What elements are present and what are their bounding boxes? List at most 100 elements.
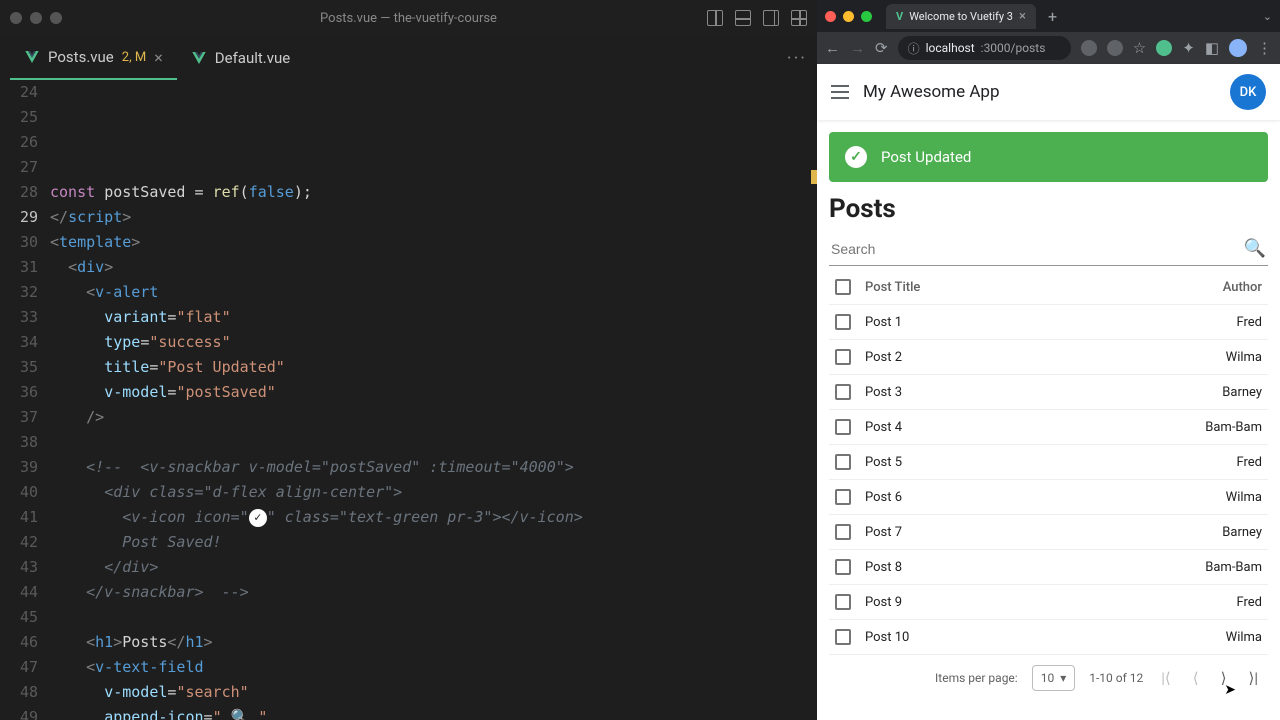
cell-title: Post 5 bbox=[865, 455, 1182, 470]
cell-title: Post 6 bbox=[865, 490, 1182, 505]
cell-author: Fred bbox=[1182, 595, 1262, 610]
row-checkbox[interactable] bbox=[835, 454, 865, 470]
search-field[interactable]: 🔍 bbox=[829, 232, 1268, 266]
cell-title: Post 7 bbox=[865, 525, 1182, 540]
minimap-warning-marker bbox=[811, 170, 817, 184]
table-row[interactable]: Post 9Fred bbox=[829, 585, 1268, 620]
sidepanel-icon[interactable]: ◧ bbox=[1205, 39, 1219, 57]
table-row[interactable]: Post 5Fred bbox=[829, 445, 1268, 480]
table-row[interactable]: Post 4Bam-Bam bbox=[829, 410, 1268, 445]
table-row[interactable]: Post 2Wilma bbox=[829, 340, 1268, 375]
last-page-button[interactable]: ⟩| bbox=[1244, 669, 1262, 687]
extension-icon[interactable] bbox=[1081, 40, 1097, 56]
browser-menu-icon[interactable]: ⋮ bbox=[1257, 39, 1272, 57]
table-row[interactable]: Post 8Bam-Bam bbox=[829, 550, 1268, 585]
tab-list-chevron-icon[interactable]: ⌄ bbox=[1263, 10, 1272, 23]
tab-overflow-icon[interactable]: ··· bbox=[787, 48, 807, 69]
extension-icons: ☆ ✦ ◧ ⋮ bbox=[1081, 39, 1272, 57]
cell-title: Post 10 bbox=[865, 630, 1182, 645]
vue-file-icon bbox=[191, 50, 207, 66]
cell-author: Bam-Bam bbox=[1182, 560, 1262, 575]
browser-window-controls[interactable] bbox=[825, 11, 872, 22]
cell-author: Wilma bbox=[1182, 630, 1262, 645]
file-tab-posts[interactable]: Posts.vue 2, M × bbox=[10, 36, 177, 80]
close-window-icon[interactable] bbox=[825, 11, 836, 22]
code-editor: Posts.vue — the-vuetify-course Posts.vue… bbox=[0, 0, 817, 720]
extensions-menu-icon[interactable]: ✦ bbox=[1182, 39, 1195, 57]
table-row[interactable]: Post 6Wilma bbox=[829, 480, 1268, 515]
prev-page-button[interactable]: ⟨ bbox=[1189, 669, 1203, 687]
site-info-icon[interactable]: ⓘ bbox=[908, 40, 920, 57]
posts-table: Post Title Author Post 1FredPost 2WilmaP… bbox=[829, 270, 1268, 701]
split-bottom-icon[interactable] bbox=[735, 10, 751, 26]
new-tab-button[interactable]: + bbox=[1042, 7, 1063, 26]
maximize-window-icon[interactable] bbox=[861, 11, 872, 22]
cell-author: Barney bbox=[1182, 525, 1262, 540]
browser-tab-strip: V Welcome to Vuetify 3 × + ⌄ bbox=[817, 0, 1280, 32]
browser-tab[interactable]: V Welcome to Vuetify 3 × bbox=[886, 4, 1036, 29]
cell-title: Post 1 bbox=[865, 315, 1182, 330]
extension-icon[interactable] bbox=[1107, 40, 1123, 56]
row-checkbox[interactable] bbox=[835, 524, 865, 540]
line-number-gutter: 2425262728293031323334353637383940414243… bbox=[0, 80, 50, 720]
layout-controls bbox=[707, 10, 807, 26]
address-bar[interactable]: ⓘ localhost :3000/posts bbox=[898, 36, 1071, 60]
row-checkbox[interactable] bbox=[835, 349, 865, 365]
user-avatar[interactable]: DK bbox=[1230, 74, 1266, 110]
vue-devtools-icon[interactable] bbox=[1156, 40, 1172, 56]
url-host: localhost bbox=[926, 41, 975, 55]
row-checkbox[interactable] bbox=[835, 594, 865, 610]
url-path: :3000/posts bbox=[981, 41, 1046, 55]
grid-layout-icon[interactable] bbox=[791, 10, 807, 26]
search-icon[interactable]: 🔍 bbox=[1244, 238, 1266, 259]
profile-avatar-icon[interactable] bbox=[1229, 39, 1247, 57]
code-viewport[interactable]: 2425262728293031323334353637383940414243… bbox=[0, 80, 817, 720]
close-tab-icon[interactable]: × bbox=[1019, 9, 1026, 24]
editor-titlebar: Posts.vue — the-vuetify-course bbox=[0, 0, 817, 36]
page-content: ✓ Post Updated Posts 🔍 Post Title Author… bbox=[817, 120, 1280, 720]
col-header-title[interactable]: Post Title bbox=[865, 280, 1182, 295]
file-tab-default[interactable]: Default.vue bbox=[177, 36, 304, 80]
split-left-icon[interactable] bbox=[707, 10, 723, 26]
nav-drawer-toggle[interactable] bbox=[831, 85, 849, 99]
browser-toolbar: ← → ⟳ ⓘ localhost :3000/posts ☆ ✦ ◧ ⋮ bbox=[817, 32, 1280, 64]
code-content[interactable]: const postSaved = ref(false);</script><t… bbox=[50, 80, 817, 720]
row-checkbox[interactable] bbox=[835, 314, 865, 330]
cell-title: Post 9 bbox=[865, 595, 1182, 610]
browser-window: V Welcome to Vuetify 3 × + ⌄ ← → ⟳ ⓘ loc… bbox=[817, 0, 1280, 720]
vuetify-favicon-icon: V bbox=[896, 10, 903, 23]
search-input[interactable] bbox=[831, 241, 1244, 257]
col-header-author[interactable]: Author bbox=[1182, 280, 1262, 295]
row-checkbox[interactable] bbox=[835, 629, 865, 645]
forward-button[interactable]: → bbox=[850, 39, 865, 57]
row-checkbox[interactable] bbox=[835, 559, 865, 575]
cell-author: Wilma bbox=[1182, 490, 1262, 505]
bookmark-icon[interactable]: ☆ bbox=[1133, 39, 1146, 57]
window-controls[interactable] bbox=[10, 12, 62, 24]
cell-title: Post 4 bbox=[865, 420, 1182, 435]
close-window-icon[interactable] bbox=[10, 12, 22, 24]
table-row[interactable]: Post 10Wilma bbox=[829, 620, 1268, 655]
items-per-page-select[interactable]: 10 ▾ bbox=[1032, 665, 1076, 691]
first-page-button[interactable]: |⟨ bbox=[1157, 669, 1175, 687]
row-checkbox[interactable] bbox=[835, 384, 865, 400]
minimize-window-icon[interactable] bbox=[30, 12, 42, 24]
minimize-window-icon[interactable] bbox=[843, 11, 854, 22]
select-all-checkbox[interactable] bbox=[835, 279, 865, 295]
table-row[interactable]: Post 3Barney bbox=[829, 375, 1268, 410]
maximize-window-icon[interactable] bbox=[50, 12, 62, 24]
cell-author: Fred bbox=[1182, 455, 1262, 470]
table-row[interactable]: Post 1Fred bbox=[829, 305, 1268, 340]
app-title: My Awesome App bbox=[863, 82, 1000, 102]
close-tab-icon[interactable]: × bbox=[154, 48, 163, 67]
editor-tab-bar: Posts.vue 2, M × Default.vue ··· bbox=[0, 36, 817, 80]
table-header-row: Post Title Author bbox=[829, 270, 1268, 305]
row-checkbox[interactable] bbox=[835, 489, 865, 505]
browser-tab-title: Welcome to Vuetify 3 bbox=[909, 10, 1013, 23]
row-checkbox[interactable] bbox=[835, 419, 865, 435]
file-tab-name: Default.vue bbox=[215, 49, 290, 67]
back-button[interactable]: ← bbox=[825, 39, 840, 57]
split-right-icon[interactable] bbox=[763, 10, 779, 26]
table-row[interactable]: Post 7Barney bbox=[829, 515, 1268, 550]
reload-button[interactable]: ⟳ bbox=[875, 39, 888, 57]
